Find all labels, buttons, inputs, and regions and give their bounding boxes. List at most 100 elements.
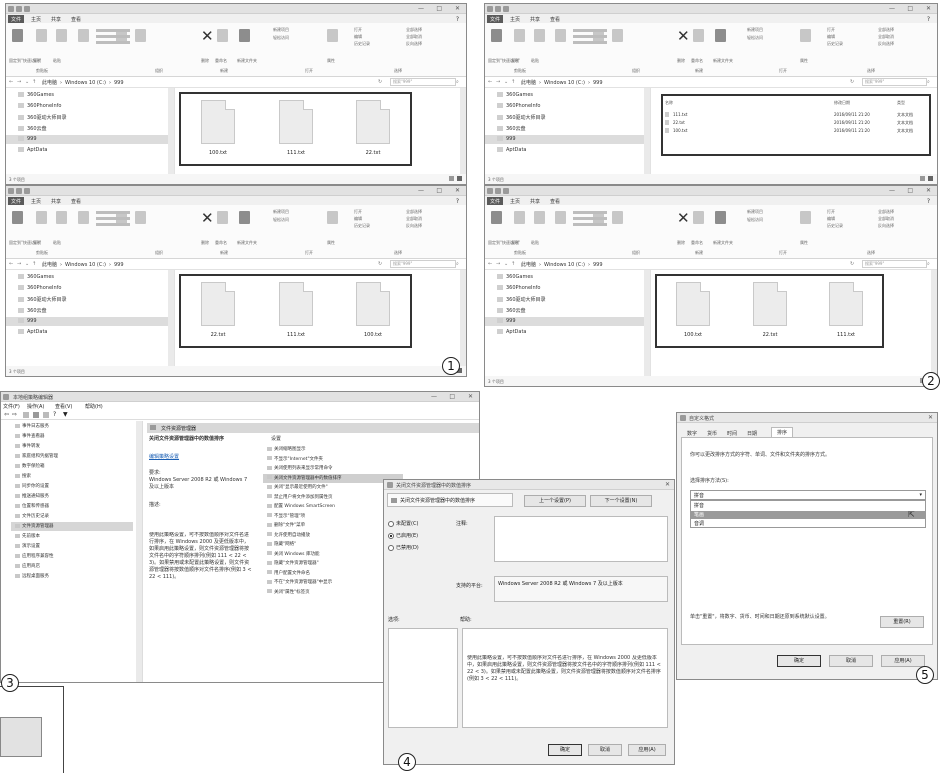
nav-item-4[interactable]: 999 (18, 136, 37, 142)
tree-item-1[interactable]: 事件查看器 (15, 433, 45, 439)
close-icon[interactable]: ✕ (468, 393, 473, 400)
tree-item-8[interactable]: 位置和传感器 (15, 503, 49, 509)
file-name-label[interactable]: 100.txt (188, 150, 248, 156)
nav-item-3[interactable]: 360云盘 (18, 125, 47, 132)
breadcrumb-item-1[interactable]: Windows 10 (C:) (65, 80, 106, 86)
breadcrumb-item-2[interactable]: 999 (114, 262, 124, 268)
setting-item-13[interactable]: 用户配置文件命名 (267, 570, 310, 576)
tree-scrollbar[interactable] (136, 421, 142, 682)
content-scrollbar[interactable] (931, 270, 937, 376)
undo-icon[interactable] (24, 6, 30, 12)
quick-access-icon[interactable] (495, 188, 501, 194)
copy-path-button[interactable] (78, 29, 89, 42)
nav-item-1[interactable]: 360PhoneInfo (18, 103, 62, 109)
undo-icon[interactable] (503, 6, 509, 12)
copy-path-button[interactable] (555, 211, 566, 224)
breadcrumb-item-0[interactable]: 此电脑 (521, 262, 536, 268)
search-input[interactable]: 搜索"999" (390, 78, 456, 86)
nav-item-3[interactable]: 360云盘 (18, 307, 47, 314)
tree-item-9[interactable]: 文件历史记录 (15, 513, 49, 519)
maximize-icon[interactable]: □ (449, 393, 455, 400)
filter-icon[interactable]: ▼ (63, 411, 68, 418)
nav-item-5[interactable]: AptData (18, 147, 48, 153)
next-setting-button[interactable]: 下一个设置(N) (590, 495, 652, 507)
menu-action[interactable]: 操作(A) (27, 403, 44, 410)
new-folder-button[interactable] (715, 211, 726, 224)
setting-item-10[interactable]: 隐藏"网络" (267, 541, 296, 547)
text-file-icon[interactable] (279, 282, 313, 326)
nav-item-2[interactable]: 360驱动大师目录 (497, 296, 546, 303)
show-tree-icon[interactable] (33, 412, 39, 418)
breadcrumb[interactable]: 此电脑 › Windows 10 (C:) › 999 (42, 79, 124, 86)
file-name-label[interactable]: 111.txt (266, 332, 326, 338)
export-icon[interactable] (43, 412, 49, 418)
nav-scrollbar[interactable] (168, 270, 174, 366)
previous-setting-button[interactable]: 上一个设置(P) (524, 495, 586, 507)
dialog-cancel-button[interactable]: 取消 (588, 744, 622, 756)
nav-item-1[interactable]: 360PhoneInfo (497, 103, 541, 109)
help-icon[interactable]: ? (53, 411, 56, 418)
dialog-ok-button[interactable]: 确定 (548, 744, 582, 756)
invert-button[interactable]: 反向选择 (878, 223, 894, 256)
breadcrumb-item-1[interactable]: Windows 10 (C:) (544, 262, 585, 268)
new-folder-button[interactable] (715, 29, 726, 42)
up-arrow-icon[interactable]: ↑ (32, 79, 36, 85)
tree-item-4[interactable]: 数字保险箱 (15, 463, 45, 469)
tree-item-5[interactable]: 搜索 (15, 473, 31, 479)
nav-item-0[interactable]: 360Games (18, 92, 54, 98)
text-file-icon[interactable] (829, 282, 863, 326)
quick-access-icon[interactable] (495, 6, 501, 12)
setting-item-6[interactable]: 配置 Windows SmartScreen (267, 503, 335, 509)
tree-item-2[interactable]: 事件转发 (15, 443, 40, 449)
back-arrow-icon[interactable]: ⇦ (4, 411, 9, 418)
text-file-icon[interactable] (279, 100, 313, 144)
nav-item-4[interactable]: 999 (497, 136, 516, 142)
tree-item-6[interactable]: 同步你的设置 (15, 483, 49, 489)
nav-item-5[interactable]: AptData (497, 329, 527, 335)
radio-disabled[interactable]: 已禁用(D) (388, 544, 419, 551)
nav-item-1[interactable]: 360PhoneInfo (18, 285, 62, 291)
invert-button[interactable]: 反向选择 (406, 223, 422, 256)
breadcrumb[interactable]: 此电脑 › Windows 10 (C:) › 999 (42, 261, 124, 268)
back-arrow-icon[interactable]: ← (9, 261, 13, 267)
maximize-icon[interactable]: □ (436, 5, 442, 12)
new-folder-button[interactable] (239, 211, 250, 224)
setting-item-9[interactable]: 允许使用自动播放 (267, 532, 310, 538)
recent-chevron-icon[interactable]: ⌄ (504, 261, 508, 267)
properties-button[interactable] (327, 29, 338, 42)
tree-item-10[interactable]: 文件资源管理器 (15, 523, 54, 529)
tree-item-15[interactable]: 远程桌面服务 (15, 573, 49, 579)
up-arrow-icon[interactable]: ↑ (511, 79, 515, 85)
nav-scrollbar[interactable] (644, 270, 650, 376)
file-name-label[interactable]: 100.txt (343, 332, 403, 338)
nav-item-0[interactable]: 360Games (497, 274, 533, 280)
nav-item-0[interactable]: 360Games (497, 92, 533, 98)
copy-path-button[interactable] (78, 211, 89, 224)
minimize-icon[interactable]: — (418, 187, 424, 194)
copy-to-button[interactable] (135, 29, 146, 42)
nav-item-2[interactable]: 360驱动大师目录 (497, 114, 546, 121)
file-name-label[interactable]: 22.txt (343, 150, 403, 156)
minimize-icon[interactable]: — (418, 5, 424, 12)
history-button[interactable]: 历史记录 (827, 41, 843, 74)
nav-item-2[interactable]: 360驱动大师目录 (18, 114, 67, 121)
file-name-label[interactable]: 22.txt (188, 332, 248, 338)
sort-option-2[interactable]: 音调 (691, 520, 925, 528)
setting-item-5[interactable]: 禁止用户将文件添加到属性页 (267, 494, 333, 500)
setting-item-11[interactable]: 关闭 Windows 库功能 (267, 551, 319, 557)
maximize-icon[interactable]: □ (436, 187, 442, 194)
breadcrumb-item-0[interactable]: 此电脑 (521, 80, 536, 86)
rename-button[interactable] (217, 29, 228, 42)
delete-icon[interactable]: ✕ (677, 29, 690, 44)
setting-item-15[interactable]: 关闭"属性"标签页 (267, 589, 310, 595)
sort-method-dropdown[interactable]: 拼音 ▾ (690, 490, 926, 500)
paste-button[interactable] (56, 29, 67, 42)
nav-item-3[interactable]: 360云盘 (497, 125, 526, 132)
forward-arrow-icon[interactable]: → (17, 261, 21, 267)
pin-button[interactable] (491, 211, 502, 224)
forward-arrow-icon[interactable]: ⇨ (12, 411, 17, 418)
recent-chevron-icon[interactable]: ⌄ (25, 79, 29, 85)
details-view-icon[interactable] (449, 176, 454, 181)
menu-file[interactable]: 文件(F) (3, 403, 20, 410)
forward-arrow-icon[interactable]: → (496, 79, 500, 85)
